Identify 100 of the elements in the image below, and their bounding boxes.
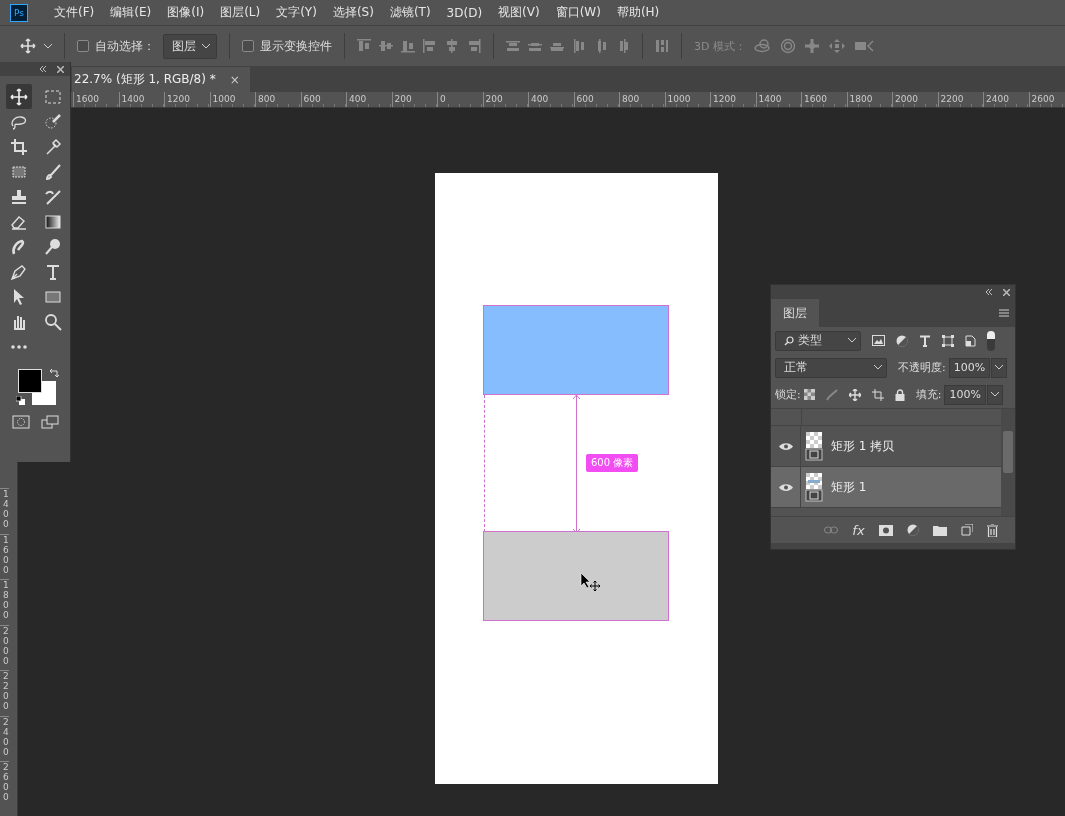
- layer-thumbnail: [805, 431, 823, 461]
- menu-item[interactable]: 文字(Y): [268, 4, 325, 21]
- ruler-label: 800: [255, 92, 301, 107]
- screen-mode-icon[interactable]: [40, 415, 59, 429]
- opacity-field[interactable]: 100%: [948, 357, 991, 378]
- folder-icon[interactable]: [932, 524, 947, 536]
- ruler-label: 400: [528, 92, 574, 107]
- ruler-label: 2600: [0, 761, 9, 807]
- caret-icon: [874, 365, 882, 370]
- background-color-swatch[interactable]: [32, 381, 56, 405]
- adjustment-filter-icon[interactable]: [896, 334, 908, 347]
- target-dropdown[interactable]: 图层: [163, 33, 217, 59]
- shape-filter-icon[interactable]: [942, 334, 954, 347]
- lock-label: 锁定:: [775, 387, 801, 402]
- ruler-label: 2200: [937, 92, 983, 107]
- close-icon[interactable]: [1003, 288, 1010, 296]
- new-layer-icon[interactable]: [960, 524, 973, 536]
- auto-select-label: 自动选择：: [95, 37, 155, 55]
- ruler-label: 1000: [664, 92, 710, 107]
- blend-mode-dropdown[interactable]: 正常: [775, 357, 887, 378]
- ruler-label: 2600: [1028, 92, 1065, 107]
- menu-item[interactable]: 编辑(E): [102, 4, 160, 21]
- ruler-label: 2200: [0, 670, 9, 716]
- adjustment-layer-icon[interactable]: [906, 524, 919, 536]
- menu-item[interactable]: 图像(I): [159, 4, 213, 21]
- ruler-label: 2000: [0, 624, 9, 670]
- lock-position-icon[interactable]: [848, 388, 861, 401]
- layer-name: 矩形 1: [831, 478, 867, 496]
- ruler-label: 600: [573, 92, 619, 107]
- ruler-label: 1600: [73, 92, 119, 107]
- image-filter-icon[interactable]: [872, 335, 885, 346]
- ruler-label: 1400: [118, 92, 164, 107]
- collapse-icon[interactable]: [39, 66, 47, 72]
- ruler-label: 0: [437, 92, 483, 107]
- move-tool-icon[interactable]: [6, 84, 32, 109]
- move-icon[interactable]: [20, 38, 36, 54]
- lock-icon[interactable]: [894, 388, 905, 401]
- ruler-label: 1600: [801, 92, 847, 107]
- ruler-label: 1800: [846, 92, 892, 107]
- ruler-label: 1200: [164, 92, 210, 107]
- layer-row[interactable]: 矩形 1: [771, 467, 1001, 508]
- ruler-label: 800: [619, 92, 665, 107]
- caret-icon: [990, 392, 999, 397]
- menu-item[interactable]: 窗口(W): [547, 4, 609, 21]
- ruler-label: 1400: [755, 92, 801, 107]
- layer-style-button[interactable]: fx: [852, 522, 865, 538]
- ruler-label: 600: [300, 92, 346, 107]
- lock-transparency-icon[interactable]: [803, 389, 815, 400]
- fill-dropdown-button[interactable]: [986, 384, 1003, 405]
- ruler-label: 2400: [983, 92, 1029, 107]
- foreground-color-swatch[interactable]: [18, 369, 42, 393]
- move-cursor-icon: [580, 572, 602, 592]
- app-logo: Ps: [10, 3, 28, 22]
- caret-icon: [995, 365, 1004, 370]
- mask-icon[interactable]: [878, 524, 893, 536]
- swap-arrow-icon[interactable]: [49, 368, 59, 378]
- menu-item[interactable]: 图层(L): [212, 4, 269, 21]
- menu-item[interactable]: 选择(S): [324, 4, 382, 21]
- menu-item[interactable]: 滤镜(T): [381, 4, 439, 21]
- ruler-label: 200: [482, 92, 528, 107]
- lock-artboard-icon[interactable]: [871, 388, 884, 401]
- caret-icon[interactable]: [44, 43, 52, 49]
- ruler-label: 1200: [710, 92, 756, 107]
- layer-thumbnail: [805, 472, 823, 502]
- close-tab-button[interactable]: ×: [229, 72, 240, 87]
- default-colors-icon[interactable]: [16, 396, 25, 405]
- trash-icon[interactable]: [986, 523, 998, 537]
- eye-icon[interactable]: [778, 482, 793, 492]
- filter-dropdown[interactable]: 类型: [775, 330, 861, 351]
- fill-label: 填充:: [915, 387, 942, 402]
- filter-toggle[interactable]: [987, 330, 995, 351]
- menu-item[interactable]: 3D(D): [438, 5, 491, 20]
- layers-tab[interactable]: 图层: [771, 299, 819, 327]
- show-transform-label: 显示变换控件: [260, 37, 332, 55]
- ruler-label: 2400: [0, 715, 9, 761]
- menu-icon[interactable]: [999, 309, 1009, 317]
- menu-item[interactable]: 视图(V): [490, 4, 548, 21]
- opacity-dropdown-button[interactable]: [991, 357, 1008, 378]
- eye-icon[interactable]: [778, 441, 793, 451]
- fill-field[interactable]: 100%: [944, 384, 986, 405]
- menu-item[interactable]: 文件(F): [46, 4, 103, 21]
- ruler-label: 1800: [0, 579, 9, 625]
- document-tab[interactable]: 22.7% (矩形 1, RGB/8) * ×: [72, 67, 250, 92]
- ruler-label: 200: [391, 92, 437, 107]
- show-transform-checkbox[interactable]: [242, 40, 254, 52]
- caret-icon: [202, 43, 210, 49]
- scrollbar-thumb[interactable]: [1003, 431, 1013, 473]
- quick-mask-icon[interactable]: [11, 415, 30, 429]
- caret-icon: [848, 338, 856, 343]
- type-filter-icon[interactable]: [919, 334, 931, 347]
- auto-select-checkbox[interactable]: [77, 40, 89, 52]
- distance-label: 600 像素: [586, 454, 639, 472]
- smart-object-filter-icon[interactable]: [965, 334, 976, 347]
- menu-item[interactable]: 帮助(H): [608, 4, 668, 21]
- ruler-label: 1600: [0, 533, 9, 579]
- search-icon: [784, 335, 794, 346]
- collapse-icon[interactable]: [985, 289, 993, 295]
- ruler-label: 1000: [209, 92, 255, 107]
- close-icon[interactable]: [57, 65, 64, 73]
- layer-name: 矩形 1 拷贝: [831, 437, 895, 455]
